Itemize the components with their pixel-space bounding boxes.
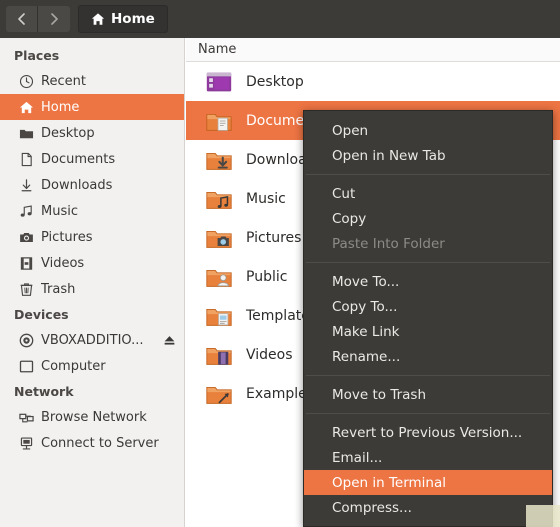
- camera-icon: [18, 229, 34, 245]
- column-header-label: Name: [198, 42, 237, 57]
- sidebar-item-label: VBOXADDITIO...: [41, 332, 144, 348]
- sidebar-item-videos[interactable]: Videos: [0, 250, 184, 276]
- sidebar-item-label: Trash: [41, 281, 76, 297]
- trash-icon: [18, 281, 34, 297]
- pictures-folder-icon: [204, 223, 234, 253]
- menu-separator: [306, 375, 550, 376]
- sidebar-item-label: Recent: [41, 73, 86, 89]
- back-button[interactable]: [6, 6, 38, 32]
- chevron-right-icon: [51, 13, 58, 25]
- menu-item-copy-to[interactable]: Copy To...: [304, 294, 552, 319]
- music-folder-icon: [204, 184, 234, 214]
- computer-icon: [18, 358, 34, 374]
- public-folder-icon: [204, 262, 234, 292]
- menu-item-open-in-terminal[interactable]: Open in Terminal: [304, 470, 552, 495]
- film-icon: [18, 255, 34, 271]
- sidebar-item-connect-to-server[interactable]: Connect to Server: [0, 430, 184, 456]
- sidebar-item-vboxadditio[interactable]: VBOXADDITIO...: [0, 327, 184, 353]
- documents-folder-icon: [204, 106, 234, 136]
- desktop-folder-icon: [204, 67, 234, 97]
- sidebar-item-label: Home: [41, 99, 80, 115]
- menu-item-rename[interactable]: Rename...: [304, 344, 552, 369]
- sidebar-item-computer[interactable]: Computer: [0, 353, 184, 379]
- music-icon: [18, 203, 34, 219]
- clock-icon: [18, 73, 34, 89]
- sidebar-item-recent[interactable]: Recent: [0, 68, 184, 94]
- sidebar-section-places: Places: [14, 48, 60, 63]
- sidebar: Places Recent Home Desktop Documents Download…: [0, 38, 185, 527]
- column-header-name[interactable]: Name: [186, 38, 560, 62]
- resize-corner[interactable]: [526, 505, 560, 527]
- menu-item-revert-to-previous-version[interactable]: Revert to Previous Version...: [304, 420, 552, 445]
- sidebar-item-label: Browse Network: [41, 409, 147, 425]
- menu-item-open[interactable]: Open: [304, 118, 552, 143]
- menu-item-move-to[interactable]: Move To...: [304, 269, 552, 294]
- sidebar-item-label: Connect to Server: [41, 435, 159, 451]
- sidebar-item-label: Downloads: [41, 177, 113, 193]
- menu-separator: [306, 174, 550, 175]
- videos-folder-icon: [204, 340, 234, 370]
- menu-item-paste-into-folder: Paste Into Folder: [332, 235, 445, 252]
- sidebar-item-documents[interactable]: Documents: [0, 146, 184, 172]
- examples-folder-icon: [204, 379, 234, 409]
- forward-button[interactable]: [38, 6, 70, 32]
- sidebar-item-music[interactable]: Music: [0, 198, 184, 224]
- toolbar: Home: [0, 0, 560, 38]
- disc-icon: [18, 332, 34, 348]
- download-icon: [18, 177, 34, 193]
- sidebar-item-home[interactable]: Home: [0, 94, 184, 120]
- sidebar-item-label: Documents: [41, 151, 116, 167]
- server-icon: [18, 435, 34, 451]
- menu-item-copy[interactable]: Copy: [304, 206, 552, 231]
- menu-item-make-link[interactable]: Make Link: [304, 319, 552, 344]
- file-row[interactable]: Desktop: [186, 62, 560, 101]
- file-name-label: Pictures: [246, 229, 302, 246]
- file-name-label: Desktop: [246, 73, 304, 90]
- chevron-left-icon: [17, 13, 25, 25]
- menu-item-open-in-new-tab[interactable]: Open in New Tab: [304, 143, 552, 168]
- sidebar-item-label: Desktop: [41, 125, 95, 141]
- home-icon: [18, 99, 34, 115]
- sidebar-item-trash[interactable]: Trash: [0, 276, 184, 302]
- menu-item-local-network-share[interactable]: Local Network Share: [304, 520, 552, 527]
- file-name-label: Music: [246, 190, 286, 207]
- sidebar-section-devices: Devices: [14, 307, 69, 322]
- eject-icon[interactable]: [163, 334, 176, 347]
- sidebar-section-network: Network: [14, 384, 74, 399]
- file-manager-window: Home Places Recent Home Desktop Documents Dow…: [0, 0, 560, 527]
- menu-item-email[interactable]: Email...: [304, 445, 552, 470]
- sidebar-item-pictures[interactable]: Pictures: [0, 224, 184, 250]
- file-name-label: Videos: [246, 346, 293, 363]
- templates-folder-icon: [204, 301, 234, 331]
- network-icon: [18, 409, 34, 425]
- menu-item-move-to-trash[interactable]: Move to Trash: [304, 382, 552, 407]
- nav-button-group: [6, 6, 70, 32]
- sidebar-item-browse-network[interactable]: Browse Network: [0, 404, 184, 430]
- sidebar-item-label: Pictures: [41, 229, 93, 245]
- desktop-icon: [18, 125, 34, 141]
- menu-separator: [306, 413, 550, 414]
- file-name-label: Public: [246, 268, 288, 285]
- context-menu: Open Open in New Tab Cut Copy Paste Into Fol…: [303, 110, 553, 527]
- sidebar-item-label: Videos: [41, 255, 85, 271]
- breadcrumb-home[interactable]: Home: [78, 5, 168, 33]
- menu-separator: [306, 262, 550, 263]
- menu-item-cut[interactable]: Cut: [304, 181, 552, 206]
- sidebar-item-downloads[interactable]: Downloads: [0, 172, 184, 198]
- document-icon: [18, 151, 34, 167]
- sidebar-item-label: Computer: [41, 358, 106, 374]
- menu-item-compress[interactable]: Compress...: [304, 495, 552, 520]
- downloads-folder-icon: [204, 145, 234, 175]
- home-icon: [91, 13, 105, 25]
- sidebar-item-desktop[interactable]: Desktop: [0, 120, 184, 146]
- breadcrumb-label: Home: [111, 11, 155, 27]
- sidebar-item-label: Music: [41, 203, 78, 219]
